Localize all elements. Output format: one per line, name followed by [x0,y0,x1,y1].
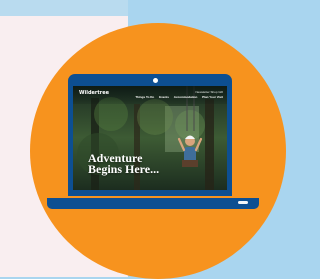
nav-item-plan-your-visit[interactable]: Plan Your Visit [202,95,223,99]
power-light-icon [238,201,248,204]
foliage-2 [137,99,173,135]
laptop-base [47,198,259,209]
nav-item-things-to-do[interactable]: Things To Do [135,95,154,99]
person-harness [182,160,198,167]
site-logo[interactable]: Wildertree [79,90,109,96]
nav-item-accommodation[interactable]: Accommodation [174,95,198,99]
camera-dot-icon [153,78,158,83]
top-links[interactable]: Newsletter Shop Gift [195,90,223,94]
hero-title: Adventure Begins Here... [88,152,160,176]
hero-title-line-2: Begins Here... [88,162,160,176]
tree-trunk-right [205,99,214,190]
laptop-screen: Wildertree Newsletter Shop Gift Things T… [73,86,227,190]
left-top-strip [0,0,128,16]
main-nav: Things To Do Events Accommodation Plan Y… [131,95,223,99]
nav-item-events[interactable]: Events [159,95,169,99]
